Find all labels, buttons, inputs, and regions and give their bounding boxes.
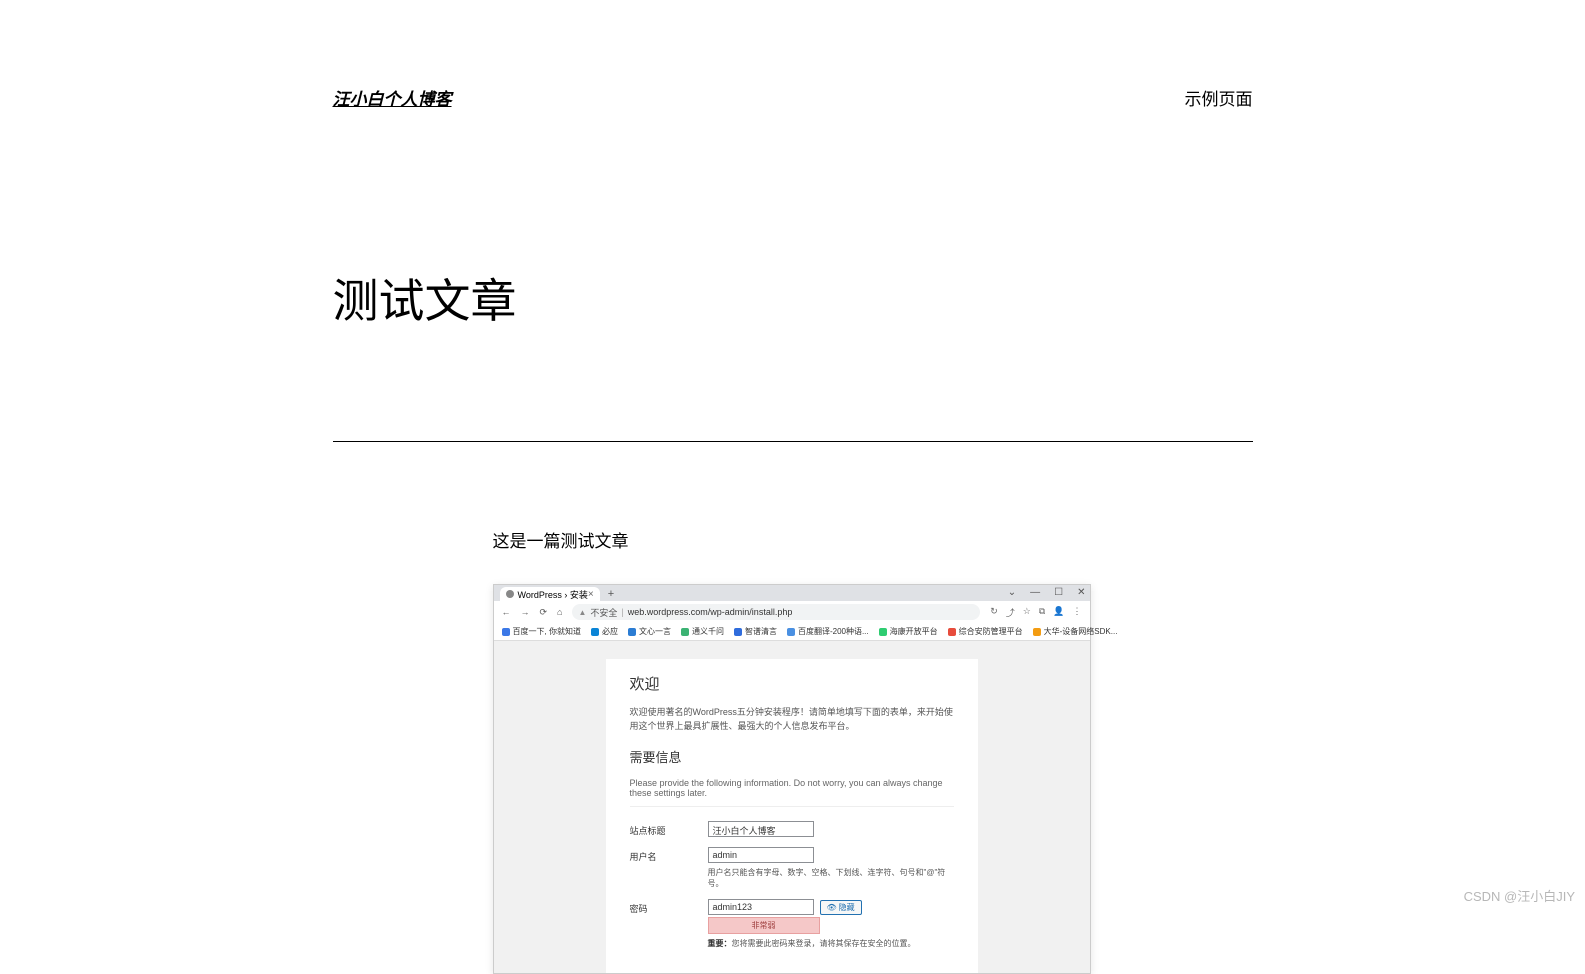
forward-icon: → bbox=[521, 607, 530, 618]
window-maximize-icon: ☐ bbox=[1054, 587, 1063, 598]
bookmark-item: 百度翻译-200种语... bbox=[787, 626, 869, 637]
bookmark-label: 文心一言 bbox=[639, 626, 671, 637]
bookmark-item: 大华-设备网络SDK... bbox=[1033, 626, 1118, 637]
browser-tab: WordPress › 安装 × bbox=[500, 587, 600, 601]
bookmark-favicon-icon bbox=[502, 628, 510, 636]
new-tab-icon: + bbox=[608, 588, 614, 600]
bookmark-item: 综合安防管理平台 bbox=[948, 626, 1023, 637]
post-intro: 这是一篇测试文章 bbox=[493, 527, 1253, 552]
security-label: 不安全 bbox=[590, 606, 617, 619]
bookmark-item: 智谱清言 bbox=[734, 626, 777, 637]
embedded-browser-screenshot: WordPress › 安装 × + ⌄ — ☐ ✕ ← → ⟳ bbox=[493, 584, 1091, 974]
username-hint: 用户名只能含有字母、数字、空格、下划线、连字符、句号和"@"符号。 bbox=[708, 867, 954, 889]
bookmark-favicon-icon bbox=[628, 628, 636, 636]
extensions-icon: ⧉ bbox=[1039, 606, 1045, 619]
site-header: 汪小白个人博客 示例页面 bbox=[333, 85, 1253, 110]
post-content: 这是一篇测试文章 WordPress › 安装 × + ⌄ — ☐ ✕ bbox=[493, 527, 1253, 974]
info-note: Please provide the following information… bbox=[630, 778, 954, 807]
info-heading: 需要信息 bbox=[630, 747, 954, 766]
password-strength-badge: 非常弱 bbox=[708, 917, 820, 934]
nav-example-page[interactable]: 示例页面 bbox=[1185, 85, 1253, 110]
password-label: 密码 bbox=[630, 899, 708, 949]
bookmark-label: 综合安防管理平台 bbox=[959, 626, 1023, 637]
bookmark-label: 智谱清言 bbox=[745, 626, 777, 637]
bookmark-label: 大华-设备网络SDK... bbox=[1044, 626, 1118, 637]
bookmark-favicon-icon bbox=[948, 628, 956, 636]
bookmark-item: 通义千问 bbox=[681, 626, 724, 637]
bookmark-label: 通义千问 bbox=[692, 626, 724, 637]
title-divider bbox=[333, 441, 1253, 442]
sync-icon: ↻ bbox=[990, 606, 998, 619]
bookmark-label: 必应 bbox=[602, 626, 618, 637]
site-title-label: 站点标题 bbox=[630, 821, 708, 837]
share-icon: ⤴ bbox=[1006, 606, 1015, 619]
bookmark-label: 海康开放平台 bbox=[890, 626, 938, 637]
back-icon: ← bbox=[502, 607, 511, 618]
site-title-link[interactable]: 汪小白个人博客 bbox=[333, 85, 452, 110]
bookmark-item: 海康开放平台 bbox=[879, 626, 938, 637]
window-minimize-icon: — bbox=[1030, 587, 1040, 598]
not-secure-icon: ▲ bbox=[578, 608, 586, 617]
window-close-icon: ✕ bbox=[1077, 587, 1085, 598]
bookmark-label: 百度翻译-200种语... bbox=[798, 626, 869, 637]
bookmark-favicon-icon bbox=[1033, 628, 1041, 636]
tab-title: WordPress › 安装 bbox=[518, 588, 588, 601]
bookmark-favicon-icon bbox=[734, 628, 742, 636]
bookmark-favicon-icon bbox=[591, 628, 599, 636]
welcome-heading: 欢迎 bbox=[630, 673, 954, 694]
username-label: 用户名 bbox=[630, 847, 708, 889]
eye-icon: 👁 bbox=[827, 903, 837, 912]
reload-icon: ⟳ bbox=[540, 607, 548, 618]
password-warning: 重要：您将需要此密码来登录，请将其保存在安全的位置。 bbox=[708, 938, 954, 949]
wordpress-favicon-icon bbox=[506, 590, 514, 598]
hide-password-button: 👁 隐藏 bbox=[820, 900, 862, 915]
profile-icon: 👤 bbox=[1053, 606, 1064, 619]
bookmarks-bar: 百度一下, 你就知道 必应 文心一言 通义千问 智谱清言 百度翻译-200种语... 海康开… bbox=[494, 623, 1090, 641]
password-input: admin123 bbox=[708, 899, 814, 915]
site-title-input: 汪小白个人博客 bbox=[708, 821, 814, 837]
bookmark-favicon-icon bbox=[879, 628, 887, 636]
tab-close-icon: × bbox=[588, 589, 594, 600]
bookmark-item: 文心一言 bbox=[628, 626, 671, 637]
bookmark-label: 百度一下, 你就知道 bbox=[513, 626, 581, 637]
post-title: 测试文章 bbox=[333, 265, 1253, 331]
csdn-watermark: CSDN @汪小白JIY bbox=[1464, 886, 1575, 905]
window-dropdown-icon: ⌄ bbox=[1008, 587, 1016, 598]
bookmark-favicon-icon bbox=[681, 628, 689, 636]
username-input: admin bbox=[708, 847, 814, 863]
welcome-description: 欢迎使用著名的WordPress五分钟安装程序！请简单地填写下面的表单，来开始使… bbox=[630, 706, 954, 733]
menu-icon: ⋮ bbox=[1073, 606, 1082, 619]
bookmark-item: 百度一下, 你就知道 bbox=[502, 626, 581, 637]
toolbar-right-icons: ↻ ⤴ ☆ ⧉ 👤 ⋮ bbox=[990, 606, 1081, 619]
bookmark-item: 必应 bbox=[591, 626, 618, 637]
bookmark-star-icon: ☆ bbox=[1023, 606, 1031, 619]
install-card: 欢迎 欢迎使用著名的WordPress五分钟安装程序！请简单地填写下面的表单，来… bbox=[606, 659, 978, 973]
bookmark-favicon-icon bbox=[787, 628, 795, 636]
url-text: web.wordpress.com/wp-admin/install.php bbox=[628, 607, 793, 617]
home-icon: ⌂ bbox=[557, 607, 562, 618]
